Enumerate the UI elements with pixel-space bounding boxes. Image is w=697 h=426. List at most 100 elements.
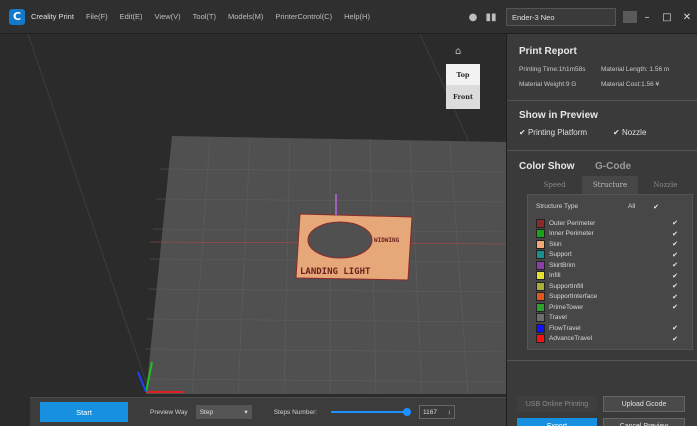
gcode-tab[interactable]: G-Code	[595, 161, 631, 172]
structure-type-row[interactable]: Support ✔	[536, 250, 686, 260]
structure-type-row[interactable]: SupportInterface ✔	[536, 292, 686, 302]
steps-slider-track	[331, 411, 410, 413]
tab-speed[interactable]: Speed	[527, 176, 582, 194]
structure-type-label: Structure Type	[536, 203, 579, 210]
structure-type-checkbox[interactable]: ✔	[669, 240, 681, 248]
usb-online-printing-button[interactable]: USB Online Printing	[517, 396, 597, 412]
structure-type-row[interactable]: Travel	[536, 313, 686, 323]
menu-edit[interactable]: Edit(E)	[120, 12, 143, 21]
structure-type-name: Travel	[549, 314, 567, 321]
structure-type-name: Outer Perimeter	[549, 219, 596, 227]
color-swatch	[536, 250, 545, 259]
preview-way-select[interactable]: Step ▾	[195, 405, 252, 419]
printer-select[interactable]: Ender-3 Neo	[506, 8, 616, 26]
checkmark-icon: ✔	[519, 128, 526, 137]
structure-type-row[interactable]: Inner Perimeter ✔	[536, 229, 686, 239]
preview-toolbar: Start Preview Way Step ▾ Steps Number: 1…	[30, 397, 510, 426]
structure-type-checkbox[interactable]: ✔	[669, 219, 681, 227]
structure-type-checkbox[interactable]: ✔	[669, 282, 681, 290]
minimize-icon[interactable]: –	[637, 12, 657, 23]
color-swatch	[536, 323, 545, 333]
creality-logo-icon: C	[9, 8, 25, 25]
upload-gcode-button[interactable]: Upload Gcode	[603, 396, 685, 412]
app-window: C Creality Print File(F) Edit(E) View(V)…	[0, 0, 697, 426]
home-view-icon[interactable]: ⌂	[455, 46, 461, 57]
printer-settings-button[interactable]	[623, 11, 637, 23]
divider	[507, 360, 697, 361]
structure-type-name: SupportInterface	[549, 293, 598, 300]
divider	[507, 100, 697, 101]
topbar-right: ● ▮▮ Ender-3 Neo – □ ✕	[464, 0, 697, 34]
nozzle-checkbox[interactable]: ✔ Nozzle	[613, 128, 646, 137]
structure-type-checkbox[interactable]: ✔	[669, 303, 681, 311]
menu-printer-control[interactable]: PrinterControl(C)	[275, 12, 332, 21]
printing-platform-checkbox[interactable]: ✔ Printing Platform	[519, 128, 587, 137]
structure-type-checkbox[interactable]: ✔	[669, 324, 681, 332]
color-swatch	[536, 313, 545, 322]
view-navigation-cube[interactable]: Top Front	[446, 64, 480, 109]
color-swatch	[536, 281, 545, 291]
steps-slider[interactable]	[331, 407, 412, 417]
3d-viewport[interactable]: LANDING LIGHT WIDWING ⌂ Top Front	[0, 34, 506, 426]
structure-type-row[interactable]: SupportInfill ✔	[536, 281, 686, 291]
color-swatch	[536, 334, 545, 343]
navcube-top[interactable]: Top	[446, 64, 480, 86]
dropdown-arrow-icon: ▾	[244, 409, 248, 416]
structure-type-row[interactable]: Infill ✔	[536, 271, 686, 281]
preview-way-value: Step	[199, 408, 214, 416]
cancel-preview-button[interactable]: Cancel Preview	[603, 418, 685, 426]
print-report-title: Print Report	[519, 46, 577, 57]
structure-type-row[interactable]: FlowTravel ✔	[536, 323, 686, 333]
structure-type-checkbox[interactable]: ✔	[669, 272, 681, 280]
start-button[interactable]: Start	[40, 402, 128, 422]
printing-platform-label: Printing Platform	[527, 128, 588, 137]
steps-number-input[interactable]: 1167 ↕	[419, 405, 456, 419]
color-swatch	[536, 271, 545, 280]
structure-type-row[interactable]: Outer Perimeter ✔	[536, 218, 686, 228]
menu-models[interactable]: Models(M)	[228, 12, 263, 21]
structure-type-name: SkirtBrim	[549, 261, 576, 269]
material-weight: Material Weight:9 G	[519, 81, 577, 88]
structure-type-row[interactable]: Skin ✔	[536, 239, 686, 249]
maximize-icon[interactable]: □	[657, 12, 677, 23]
structure-type-name: Support	[549, 251, 572, 258]
z-axis	[137, 371, 147, 393]
structure-type-checkbox[interactable]: ✔	[669, 293, 681, 301]
structure-type-row[interactable]: PrimeTower ✔	[536, 302, 686, 312]
menu-help[interactable]: Help(H)	[344, 12, 370, 21]
color-mode-tabs: Speed Structure Nozzle	[527, 176, 693, 194]
user-icon[interactable]: ●	[464, 12, 482, 23]
menu-file[interactable]: File(F)	[86, 12, 108, 21]
tab-structure[interactable]: Structure	[582, 176, 638, 194]
color-show-tab[interactable]: Color Show	[519, 161, 575, 172]
all-checkbox[interactable]: ✔	[650, 203, 662, 211]
structure-type-checkbox[interactable]: ✔	[669, 251, 681, 259]
structure-type-row[interactable]: SkirtBrim ✔	[536, 260, 686, 270]
model-label-landing-light: LANDING LIGHT	[300, 267, 371, 277]
material-cost: Material Cost:1.56 ¥	[601, 81, 660, 88]
spinner-arrows-icon[interactable]: ↕	[448, 409, 451, 416]
menu-tool[interactable]: Tool(T)	[193, 12, 216, 21]
structure-type-name: Skin	[549, 240, 562, 248]
color-swatch	[536, 239, 545, 249]
printer-icon[interactable]: ▮▮	[482, 12, 500, 23]
structure-type-checkbox[interactable]: ✔	[669, 335, 681, 343]
structure-type-name: PrimeTower	[549, 303, 584, 311]
structure-type-checkbox[interactable]: ✔	[669, 261, 681, 269]
structure-type-header: Structure Type All ✔	[536, 203, 686, 211]
color-swatch	[536, 218, 545, 228]
color-swatch	[536, 260, 545, 270]
close-icon[interactable]: ✕	[677, 12, 697, 23]
color-swatch	[536, 292, 545, 301]
tab-nozzle[interactable]: Nozzle	[638, 176, 693, 194]
color-swatch	[536, 302, 545, 312]
structure-type-row[interactable]: AdvanceTravel ✔	[536, 334, 686, 344]
menu-view[interactable]: View(V)	[155, 12, 181, 21]
steps-number-label: Steps Number:	[273, 408, 318, 416]
export-button[interactable]: Export	[517, 418, 597, 426]
show-in-preview-title: Show in Preview	[519, 110, 598, 121]
steps-slider-thumb[interactable]	[403, 408, 412, 416]
navcube-front[interactable]: Front	[446, 85, 480, 109]
structure-type-checkbox[interactable]: ✔	[669, 230, 681, 238]
menubar: C Creality Print File(F) Edit(E) View(V)…	[0, 0, 697, 34]
